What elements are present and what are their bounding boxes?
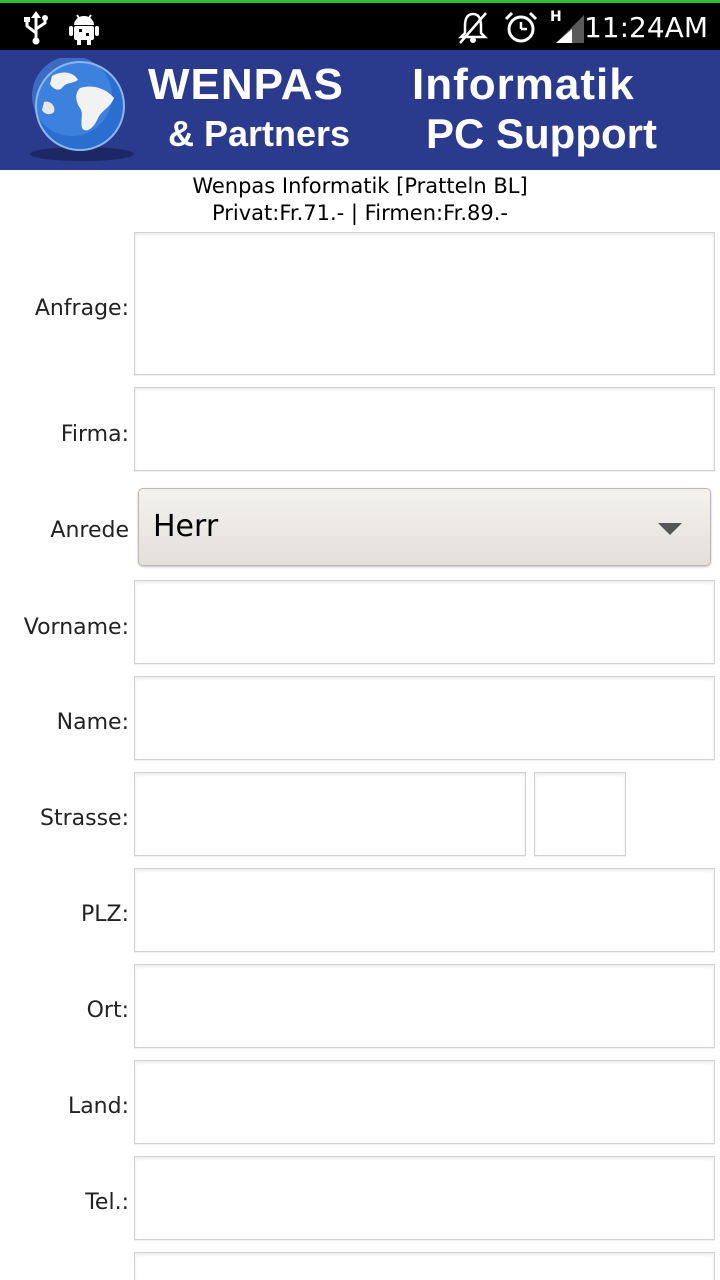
plz-field[interactable] — [134, 868, 715, 952]
ort-field[interactable] — [134, 964, 715, 1048]
tel-field[interactable] — [134, 1156, 715, 1240]
vorname-label: Vorname: — [23, 615, 129, 640]
android-debug-icon — [66, 9, 102, 47]
name-field[interactable] — [134, 676, 715, 760]
company-name-line: Wenpas Informatik [Pratteln BL] — [192, 174, 528, 198]
banner-subtitle-right: PC Support — [426, 110, 657, 157]
tel-label: Tel.: — [85, 1190, 129, 1215]
strasse-label: Strasse: — [40, 806, 129, 831]
land-field[interactable] — [134, 1060, 715, 1144]
plz-label: PLZ: — [80, 902, 129, 927]
banner-title-right: Informatik — [412, 60, 635, 109]
alarm-icon — [502, 9, 540, 47]
usb-icon — [20, 9, 52, 47]
vorname-field[interactable] — [134, 580, 715, 664]
hausnummer-field[interactable] — [534, 772, 626, 856]
anfrage-label: Anfrage: — [34, 296, 129, 321]
land-label: Land: — [67, 1094, 129, 1119]
anfrage-textarea[interactable] — [134, 232, 715, 375]
notifications-muted-icon — [456, 9, 490, 47]
next-field-partial[interactable] — [134, 1252, 715, 1280]
company-info: Wenpas Informatik [Pratteln BL] Privat:F… — [0, 173, 720, 227]
firma-field[interactable] — [134, 387, 715, 471]
banner-subtitle-left: & Partners — [168, 113, 351, 154]
status-bar: H 11:24AM — [0, 0, 720, 50]
anrede-select[interactable]: Herr — [138, 488, 711, 566]
globe-icon — [22, 56, 138, 168]
network-type-label: H — [550, 9, 562, 25]
ort-label: Ort: — [86, 998, 129, 1023]
firma-label: Firma: — [60, 422, 129, 447]
dropdown-arrow-icon — [658, 523, 682, 535]
anrede-label: Anrede — [50, 518, 129, 543]
pricing-line: Privat:Fr.71.- | Firmen:Fr.89.- — [211, 201, 509, 225]
anrede-selected-value: Herr — [153, 509, 219, 544]
app-banner: WENPAS Informatik & Partners PC Support — [0, 50, 720, 170]
strasse-field[interactable] — [134, 772, 526, 856]
name-label: Name: — [56, 710, 129, 735]
banner-title-left: WENPAS — [148, 60, 344, 109]
status-time: 11:24AM — [583, 11, 708, 44]
signal-icon: H — [548, 9, 588, 47]
